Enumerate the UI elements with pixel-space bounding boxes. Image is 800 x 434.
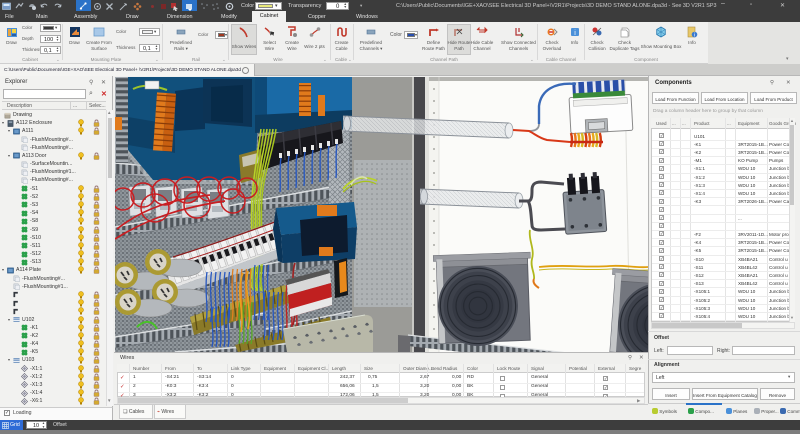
svg-text:i: i <box>694 33 695 39</box>
